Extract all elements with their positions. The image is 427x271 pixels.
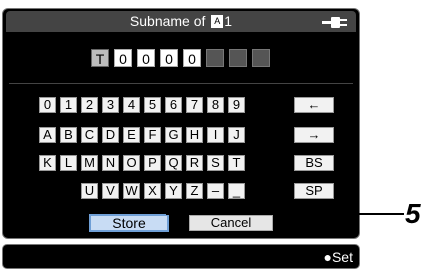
key-row1-5[interactable]: 5 xyxy=(144,97,161,113)
key-row4-5[interactable]: Z xyxy=(186,183,203,199)
key-row4-0[interactable]: U xyxy=(81,183,98,199)
status-bar: ●Set xyxy=(2,244,360,269)
name-char-cell[interactable]: 0 xyxy=(137,49,155,67)
key-row3-2[interactable]: M xyxy=(81,155,98,171)
key-row1-7[interactable]: 7 xyxy=(186,97,203,113)
key-row3-1[interactable]: L xyxy=(60,155,77,171)
key-row2-5[interactable]: F xyxy=(144,127,161,143)
key-row2-special[interactable]: → xyxy=(294,127,334,143)
key-row3-4[interactable]: O xyxy=(123,155,140,171)
key-row1-special[interactable]: ← xyxy=(294,97,334,113)
key-row3-5[interactable]: P xyxy=(144,155,161,171)
key-row3-8[interactable]: S xyxy=(207,155,224,171)
key-row4-special[interactable]: SP xyxy=(294,183,334,199)
title-bar: Subname of A1 xyxy=(6,11,356,32)
set-label: ●Set xyxy=(323,249,353,265)
manual-figure: Subname of A1 T0000 0 1 2 3 4 5 6 7 8 9 ← A B C D E F G H I… xyxy=(0,0,427,271)
name-char-cell[interactable]: 0 xyxy=(114,49,132,67)
divider xyxy=(9,83,353,84)
key-row2-1[interactable]: B xyxy=(60,127,77,143)
name-char-cell[interactable] xyxy=(252,49,270,67)
key-row2-4[interactable]: E xyxy=(123,127,140,143)
key-row4-7[interactable]: _ xyxy=(228,183,245,199)
key-row4-3[interactable]: X xyxy=(144,183,161,199)
cancel-button[interactable]: Cancel xyxy=(189,215,273,231)
key-row3-9[interactable]: T xyxy=(228,155,245,171)
subname-dialog: Subname of A1 T0000 0 1 2 3 4 5 6 7 8 9 ← A B C D E F G H I… xyxy=(2,8,360,239)
key-row1-8[interactable]: 8 xyxy=(207,97,224,113)
key-row4-4[interactable]: Y xyxy=(165,183,182,199)
key-row2-7[interactable]: H xyxy=(186,127,203,143)
key-row3-6[interactable]: Q xyxy=(165,155,182,171)
title-badge: A xyxy=(211,15,224,29)
key-row1-3[interactable]: 3 xyxy=(102,97,119,113)
key-row2-2[interactable]: C xyxy=(81,127,98,143)
name-char-cell[interactable] xyxy=(229,49,247,67)
key-row1-4[interactable]: 4 xyxy=(123,97,140,113)
key-row2-3[interactable]: D xyxy=(102,127,119,143)
key-row1-1[interactable]: 1 xyxy=(60,97,77,113)
key-row3-3[interactable]: N xyxy=(102,155,119,171)
key-row1-6[interactable]: 6 xyxy=(165,97,182,113)
plug-icon xyxy=(322,17,347,28)
key-row3-7[interactable]: R xyxy=(186,155,203,171)
key-row3-special[interactable]: BS xyxy=(294,155,334,171)
store-button[interactable]: Store xyxy=(89,214,169,232)
key-row4-1[interactable]: V xyxy=(102,183,119,199)
key-row3-0[interactable]: K xyxy=(39,155,56,171)
key-row1-0[interactable]: 0 xyxy=(39,97,56,113)
title-suffix: 1 xyxy=(224,13,233,29)
key-row1-2[interactable]: 2 xyxy=(81,97,98,113)
key-row2-6[interactable]: G xyxy=(165,127,182,143)
key-row4-6[interactable]: – xyxy=(207,183,224,199)
key-row2-9[interactable]: J xyxy=(228,127,245,143)
name-char-cell[interactable] xyxy=(206,49,224,67)
key-row1-9[interactable]: 9 xyxy=(228,97,245,113)
callout-line xyxy=(166,213,404,215)
key-row4-2[interactable]: W xyxy=(123,183,140,199)
dialog-title: Subname of A1 xyxy=(6,13,356,29)
callout-number: 5 xyxy=(405,198,421,229)
title-prefix: Subname of xyxy=(129,13,206,29)
name-char-cell[interactable]: T xyxy=(91,49,109,67)
name-char-cell[interactable]: 0 xyxy=(183,49,201,67)
key-row2-0[interactable]: A xyxy=(39,127,56,143)
key-row2-8[interactable]: I xyxy=(207,127,224,143)
name-char-cell[interactable]: 0 xyxy=(160,49,178,67)
